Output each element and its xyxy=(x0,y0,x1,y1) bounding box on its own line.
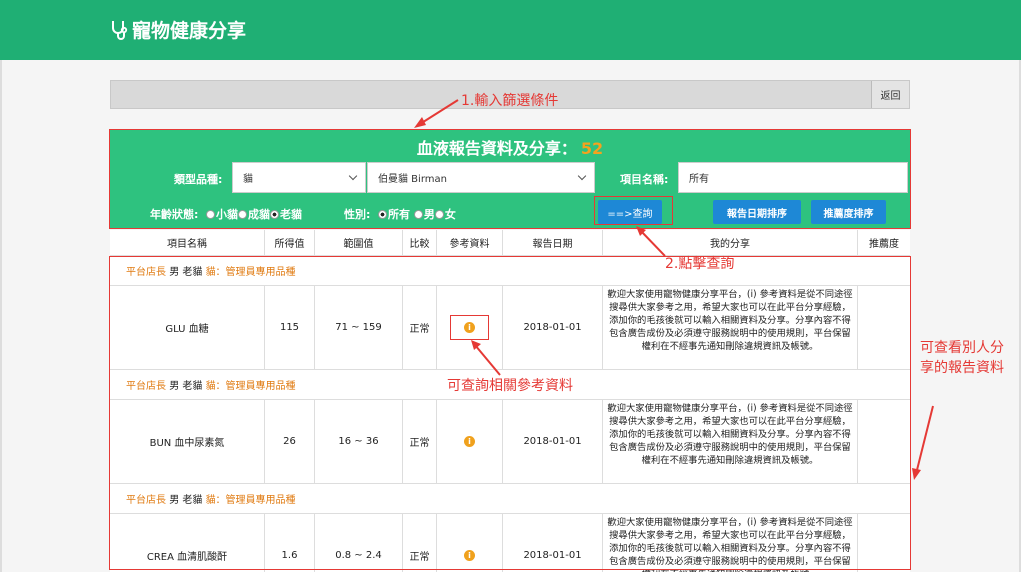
annotation-arrows xyxy=(414,99,934,480)
arrow-side xyxy=(915,405,934,475)
arrow-step2 xyxy=(639,229,666,257)
arrow-step1 xyxy=(419,99,459,125)
arrow-step1-head xyxy=(414,117,426,128)
arrow-reference xyxy=(474,344,501,376)
arrow-reference-head xyxy=(471,340,481,350)
arrow-side-head xyxy=(912,468,921,480)
